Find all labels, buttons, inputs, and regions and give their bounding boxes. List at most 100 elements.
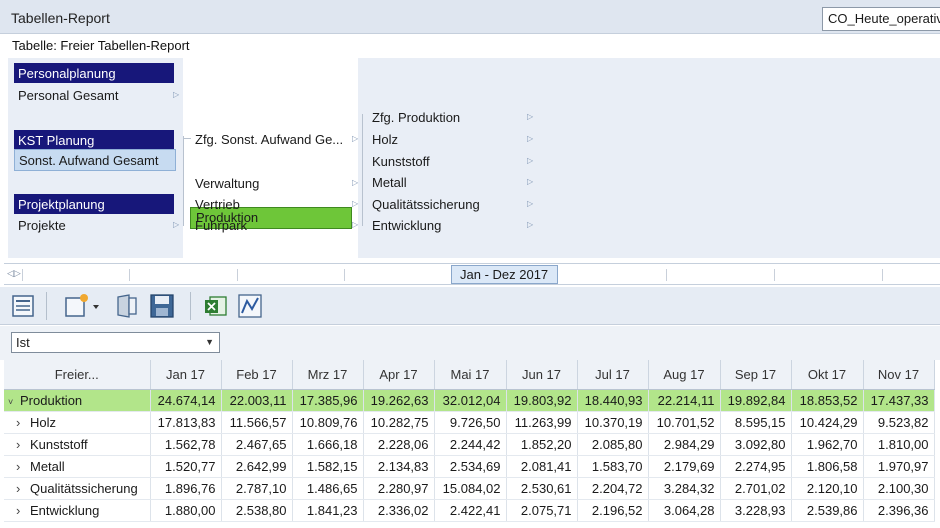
group-item-personal-gesamt[interactable]: Personal Gesamt (18, 88, 118, 103)
value-cell[interactable]: 19.803,92 (506, 389, 578, 412)
group-header-projektplanung[interactable]: Projektplanung (14, 194, 174, 214)
value-cell[interactable]: 1.810,00 (863, 433, 935, 456)
value-cell[interactable]: 2.085,80 (577, 433, 649, 456)
row-label-cell[interactable]: › Qualitätssicherung (4, 477, 151, 500)
value-cell[interactable]: 18.853,52 (791, 389, 864, 412)
table-row[interactable]: › Metall 1.520,77 2.642,99 1.582,15 2.134,83 2… (4, 455, 935, 478)
column-header-month[interactable]: Jan 17 (150, 360, 222, 390)
value-cell[interactable]: 10.701,52 (648, 411, 721, 434)
value-cell[interactable]: 2.075,71 (506, 499, 578, 522)
value-cell[interactable]: 9.726,50 (434, 411, 507, 434)
value-type-select[interactable]: Ist ▼ (11, 332, 220, 353)
excel-export-icon[interactable] (202, 292, 230, 320)
value-cell[interactable]: 2.701,02 (720, 477, 792, 500)
group-header-personalplanung[interactable]: Personalplanung (14, 63, 174, 83)
value-cell[interactable]: 2.134,83 (363, 455, 435, 478)
expand-arrow-icon[interactable]: ▷ (527, 199, 533, 208)
value-cell[interactable]: 2.274,95 (720, 455, 792, 478)
value-cell[interactable]: 1.583,70 (577, 455, 649, 478)
profile-combo[interactable]: CO_Heute_operativ (822, 7, 940, 31)
column2-item-zfg-sonst-aufwand[interactable]: Zfg. Sonst. Aufwand Ge... (195, 132, 343, 147)
value-cell[interactable]: 11.263,99 (506, 411, 578, 434)
column-header-month[interactable]: Aug 17 (648, 360, 721, 390)
value-cell[interactable]: 8.595,15 (720, 411, 792, 434)
expand-arrow-icon[interactable]: ▷ (527, 134, 533, 143)
expand-chevron-icon[interactable]: › (8, 415, 30, 430)
column-header-month[interactable]: Jun 17 (506, 360, 578, 390)
value-cell[interactable]: 2.081,41 (506, 455, 578, 478)
expand-arrow-icon[interactable]: ▷ (173, 220, 179, 229)
value-cell[interactable]: 15.084,02 (434, 477, 507, 500)
expand-arrow-icon[interactable]: ▷ (352, 199, 358, 208)
timeline-bar[interactable]: ◁▷ Jan - Dez 2017 (4, 263, 940, 285)
row-label-cell[interactable]: › Holz (4, 411, 151, 434)
value-cell[interactable]: 1.666,18 (292, 433, 364, 456)
value-cell[interactable]: 2.196,52 (577, 499, 649, 522)
expand-arrow-icon[interactable]: ▷ (527, 112, 533, 121)
value-cell[interactable]: 1.852,20 (506, 433, 578, 456)
value-cell[interactable]: 2.467,65 (221, 433, 293, 456)
column-header-month[interactable]: Sep 17 (720, 360, 792, 390)
value-cell[interactable]: 9.523,82 (863, 411, 935, 434)
column3-item-entwicklung[interactable]: Entwicklung (372, 218, 441, 233)
expand-arrow-icon[interactable]: ▷ (352, 178, 358, 187)
value-cell[interactable]: 2.538,80 (221, 499, 293, 522)
value-cell[interactable]: 1.486,65 (292, 477, 364, 500)
row-label-cell[interactable]: › Kunststoff (4, 433, 151, 456)
value-cell[interactable]: 3.092,80 (720, 433, 792, 456)
column-header-month[interactable]: Mai 17 (434, 360, 507, 390)
value-cell[interactable]: 10.370,19 (577, 411, 649, 434)
column-header-month[interactable]: Apr 17 (363, 360, 435, 390)
row-label-cell[interactable]: ˅ Produktion (4, 389, 151, 412)
timeline-period[interactable]: Jan - Dez 2017 (451, 265, 558, 284)
column-header-month[interactable]: Nov 17 (863, 360, 935, 390)
expand-arrow-icon[interactable]: ▷ (173, 90, 179, 99)
value-cell[interactable]: 2.244,42 (434, 433, 507, 456)
value-cell[interactable]: 2.422,41 (434, 499, 507, 522)
value-cell[interactable]: 1.582,15 (292, 455, 364, 478)
chevron-down-icon[interactable]: ▼ (205, 337, 214, 347)
value-cell[interactable]: 1.841,23 (292, 499, 364, 522)
value-cell[interactable]: 2.204,72 (577, 477, 649, 500)
table-row[interactable]: › Entwicklung 1.880,00 2.538,80 1.841,23 2.33… (4, 499, 935, 522)
save-icon[interactable] (148, 292, 176, 320)
value-cell[interactable]: 10.282,75 (363, 411, 435, 434)
value-cell[interactable]: 1.962,70 (791, 433, 864, 456)
table-row[interactable]: › Holz 17.813,83 11.566,57 10.809,76 10.282,7… (4, 411, 935, 434)
expand-chevron-icon[interactable]: › (8, 459, 30, 474)
timeline-scroll-icon[interactable]: ◁▷ (7, 268, 21, 279)
value-cell[interactable]: 18.440,93 (577, 389, 649, 412)
column2-item-vertrieb[interactable]: Vertrieb (195, 197, 240, 212)
column-header-month[interactable]: Mrz 17 (292, 360, 364, 390)
value-cell[interactable]: 1.896,76 (150, 477, 222, 500)
value-cell[interactable]: 22.214,11 (648, 389, 721, 412)
value-cell[interactable]: 11.566,57 (221, 411, 293, 434)
value-cell[interactable]: 17.437,33 (863, 389, 935, 412)
value-cell[interactable]: 2.228,06 (363, 433, 435, 456)
value-cell[interactable]: 10.809,76 (292, 411, 364, 434)
value-cell[interactable]: 2.336,02 (363, 499, 435, 522)
column2-item-verwaltung[interactable]: Verwaltung (195, 176, 259, 191)
column-header-month[interactable]: Jul 17 (577, 360, 649, 390)
value-cell[interactable]: 22.003,11 (221, 389, 293, 412)
expand-arrow-icon[interactable]: ▷ (352, 220, 358, 229)
expand-chevron-icon[interactable]: › (8, 437, 30, 452)
value-cell[interactable]: 1.520,77 (150, 455, 222, 478)
value-cell[interactable]: 2.642,99 (221, 455, 293, 478)
value-cell[interactable]: 3.284,32 (648, 477, 721, 500)
expand-chevron-icon[interactable]: › (8, 503, 30, 518)
table-row[interactable]: › Kunststoff 1.562,78 2.467,65 1.666,18 2.228… (4, 433, 935, 456)
value-cell[interactable]: 2.530,61 (506, 477, 578, 500)
value-cell[interactable]: 2.179,69 (648, 455, 721, 478)
value-cell[interactable]: 2.100,30 (863, 477, 935, 500)
value-cell[interactable]: 19.892,84 (720, 389, 792, 412)
value-cell[interactable]: 10.424,29 (791, 411, 864, 434)
column-header-label[interactable]: Freier... (4, 360, 151, 390)
expand-arrow-icon[interactable]: ▷ (352, 134, 358, 143)
row-label-cell[interactable]: › Entwicklung (4, 499, 151, 522)
value-cell[interactable]: 2.534,69 (434, 455, 507, 478)
expand-arrow-icon[interactable]: ▷ (527, 220, 533, 229)
value-cell[interactable]: 17.813,83 (150, 411, 222, 434)
value-cell[interactable]: 2.539,86 (791, 499, 864, 522)
column3-item-metall[interactable]: Metall (372, 175, 407, 190)
